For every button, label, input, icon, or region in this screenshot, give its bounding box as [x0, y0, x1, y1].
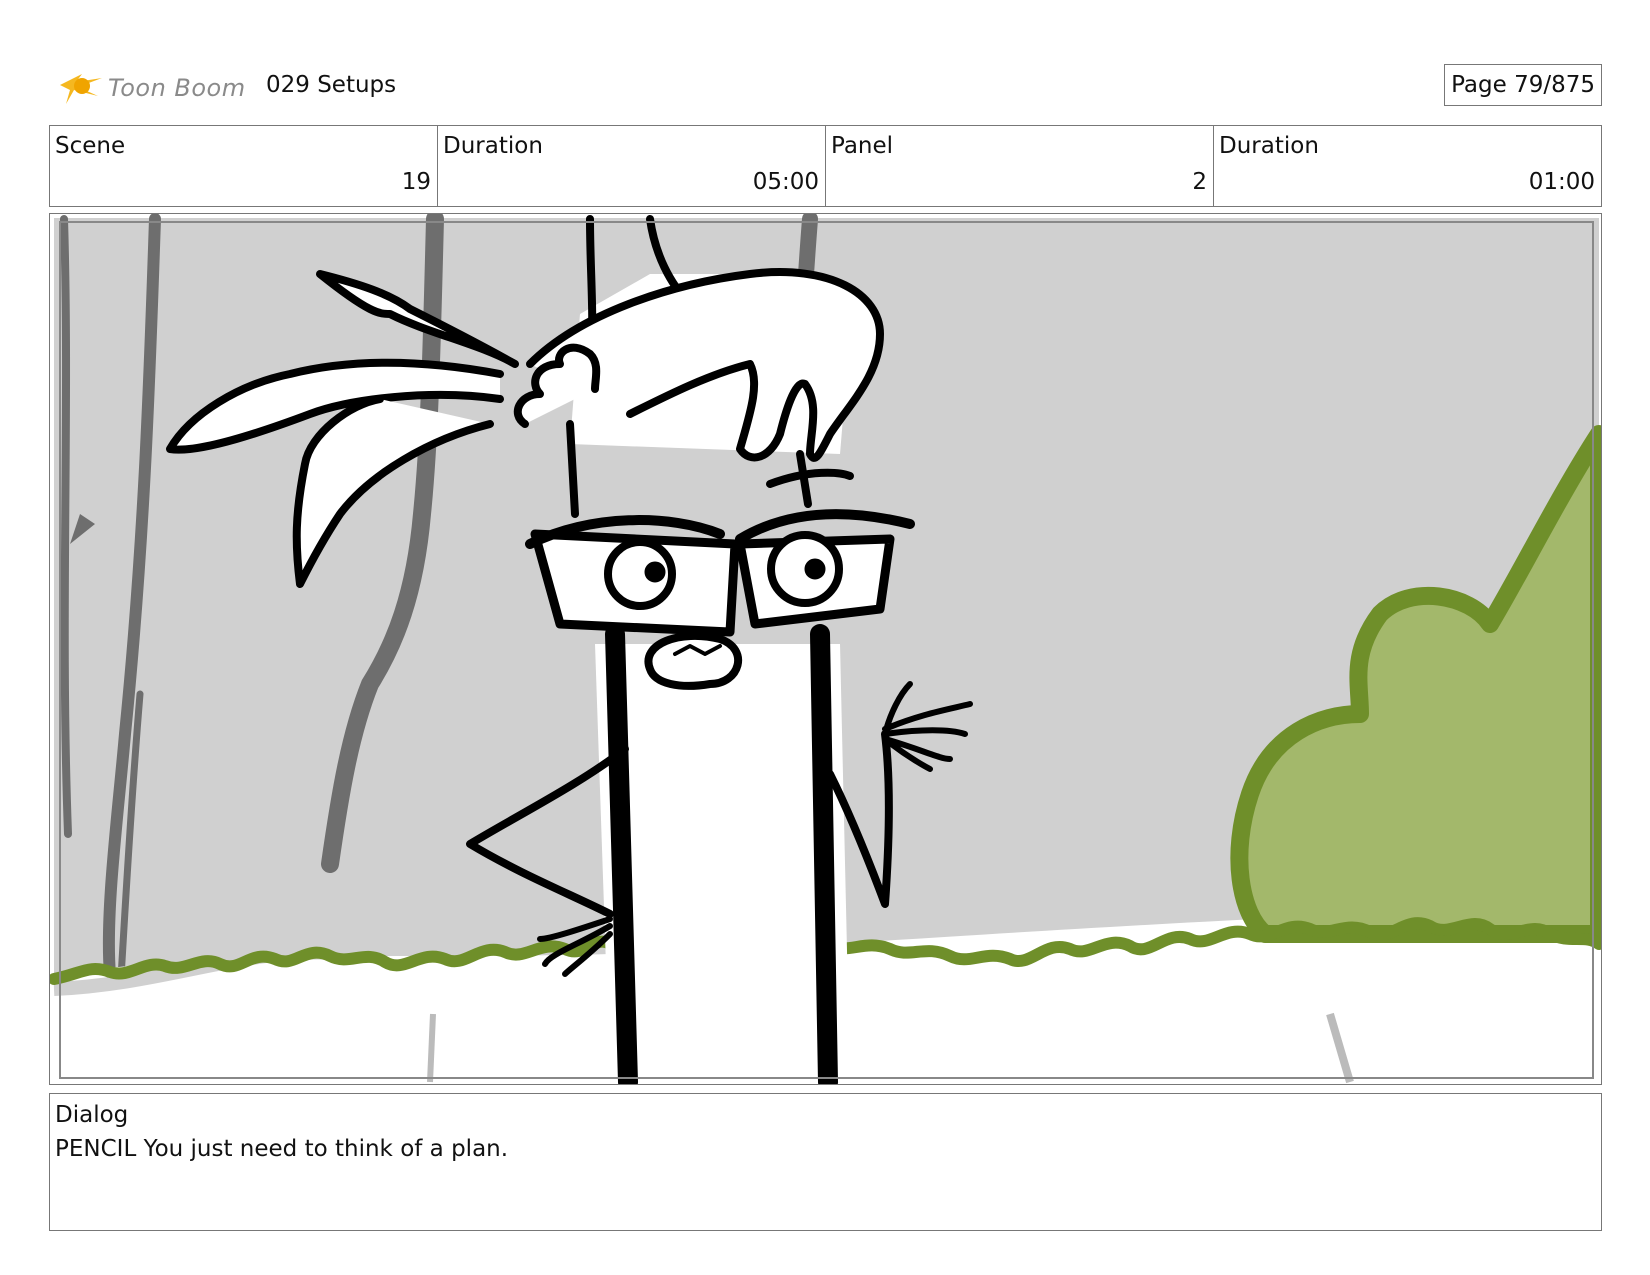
- panel-duration-cell: Duration 01:00: [1214, 126, 1601, 206]
- scene-value: 19: [401, 169, 431, 195]
- scene-duration-cell: Duration 05:00: [438, 126, 826, 206]
- panel-duration-value: 01:00: [1528, 169, 1595, 195]
- scene-duration-value: 05:00: [752, 169, 819, 195]
- page-header: Toon Boom 029 Setups Page 79/875: [52, 56, 1612, 116]
- logo-wordmark: Toon Boom: [108, 74, 246, 102]
- panel-drawing: [50, 214, 1601, 1084]
- starburst-icon: [60, 74, 102, 104]
- panel-value: 2: [1192, 169, 1207, 195]
- panel-info-table: Scene 19 Duration 05:00 Panel 2 Duration…: [49, 125, 1602, 207]
- panel-duration-label: Duration: [1219, 133, 1319, 159]
- page-counter: Page 79/875: [1444, 64, 1602, 106]
- scene-cell: Scene 19: [50, 126, 438, 206]
- storyboard-panel-image: [49, 213, 1602, 1085]
- scene-label: Scene: [55, 133, 126, 159]
- scene-duration-label: Duration: [443, 133, 543, 159]
- dialog-text: PENCIL You just need to think of a plan.: [55, 1136, 509, 1162]
- panel-label: Panel: [831, 133, 894, 159]
- toon-boom-logo: Toon Boom: [52, 60, 252, 110]
- dialog-label: Dialog: [55, 1102, 129, 1128]
- panel-cell: Panel 2: [826, 126, 1214, 206]
- document-title: 029 Setups: [266, 72, 397, 98]
- dialog-box: Dialog PENCIL You just need to think of …: [49, 1093, 1602, 1231]
